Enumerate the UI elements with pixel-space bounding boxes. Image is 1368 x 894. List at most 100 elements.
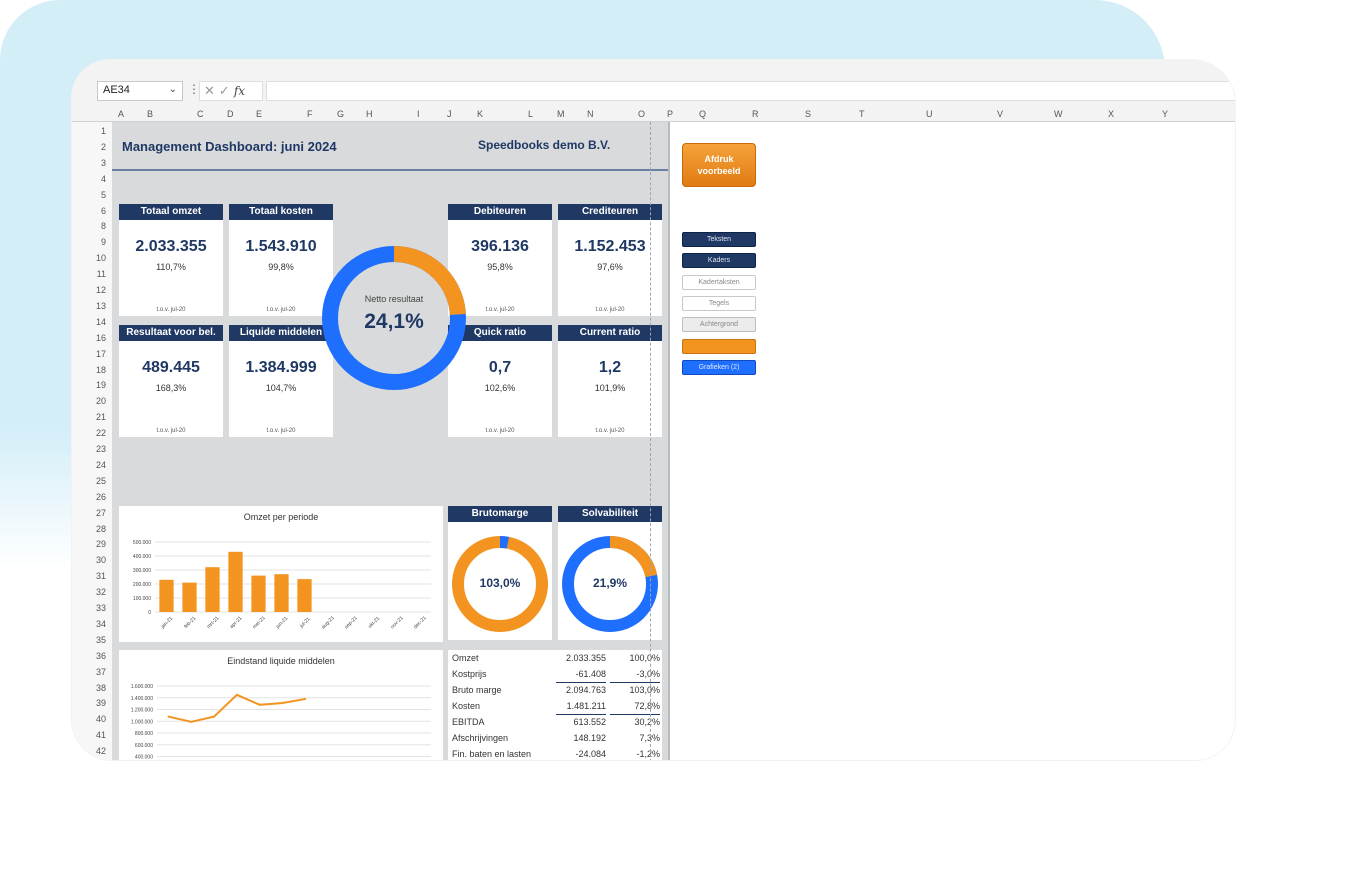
row-header[interactable]: 21 [96,412,106,422]
row-header[interactable]: 8 [101,221,106,231]
kaders-button[interactable]: Kaders [682,253,756,268]
omzet-chart-plot: 0 100.000 200.000 300.000 400.000 500.000 jan-… [133,540,431,631]
confirm-icon[interactable]: ✓ [219,83,234,98]
column-header[interactable]: O [638,109,645,119]
column-header[interactable]: W [1054,109,1063,119]
column-header[interactable]: T [859,109,865,119]
row-header[interactable]: 20 [96,396,106,406]
row-header[interactable]: 26 [96,492,106,502]
row-header[interactable]: 25 [96,476,106,486]
column-header[interactable]: R [752,109,759,119]
row-header[interactable]: 2 [101,142,106,152]
row-header[interactable]: 11 [97,269,106,279]
column-header[interactable]: M [557,109,565,119]
row-header[interactable]: 37 [96,667,106,677]
solvabiliteit-tile[interactable]: Solvabiliteit 21,9% [558,506,662,640]
row-header[interactable]: 19 [96,380,106,390]
row-header[interactable]: 23 [96,444,106,454]
row-headers: 1 2 3 4 5 6 8 9 10 11 12 13 14 16 17 18 19 20 21 22 23 24 25 26… [72,122,112,760]
achtergrond-button[interactable]: Achtergrond [682,317,756,332]
row-header[interactable]: 31 [96,571,106,581]
formula-input[interactable] [266,81,1235,101]
y-tick-label: 800.000 [135,731,153,737]
row-header[interactable]: 13 [96,301,106,311]
pl-row: Fin. baten en lasten -24.084 -1,2% [448,746,662,760]
pl-pct: 30,2% [634,717,660,727]
row-header[interactable]: 40 [96,714,106,724]
netto-resultaat-label: Netto resultaat [364,294,424,304]
column-header[interactable]: L [528,109,533,119]
column-header[interactable]: D [227,109,234,119]
row-header[interactable]: 38 [96,683,106,693]
row-header[interactable]: 5 [101,190,106,200]
column-header[interactable]: G [337,109,344,119]
kpi-tile-totaal-omzet[interactable]: Totaal omzet 2.033.355 110,7% t.o.v. jul… [119,204,223,316]
column-header[interactable]: N [587,109,594,119]
chevron-down-icon[interactable]: ⌄ [169,84,177,95]
orange-style-button[interactable] [682,339,756,354]
row-header[interactable]: 6 [101,206,106,216]
row-header[interactable]: 34 [96,619,106,629]
row-header[interactable]: 12 [96,285,106,295]
row-header[interactable]: 33 [96,603,106,613]
column-header[interactable]: Q [699,109,706,119]
print-preview-button[interactable]: Afdruk voorbeeld [682,143,756,187]
column-header[interactable]: B [147,109,153,119]
column-header[interactable]: X [1108,109,1114,119]
column-header[interactable]: V [997,109,1003,119]
grafieken-button[interactable]: Grafieken (2) [682,360,756,375]
row-header[interactable]: 41 [96,730,106,740]
column-header[interactable]: C [197,109,204,119]
row-header[interactable]: 22 [96,428,106,438]
name-box[interactable]: AE34 ⌄ [97,81,183,101]
bar [228,551,243,612]
kadertaksten-button[interactable]: Kadertaksten [682,275,756,290]
column-header[interactable]: S [805,109,811,119]
tegels-button[interactable]: Tegels [682,296,756,311]
row-header[interactable]: 17 [96,349,106,359]
row-header[interactable]: 39 [96,698,106,708]
row-header[interactable]: 3 [101,158,106,168]
kpi-footer: t.o.v. jul-20 [156,428,186,434]
row-header[interactable]: 14 [96,317,106,327]
column-header[interactable]: E [256,109,262,119]
column-header[interactable]: F [307,109,313,119]
column-header[interactable]: J [447,109,452,119]
row-header[interactable]: 18 [96,365,106,375]
row-header[interactable]: 30 [96,555,106,565]
kpi-tile-liquide-middelen[interactable]: Liquide middelen 1.384.999 104,7% t.o.v.… [229,325,333,437]
row-header[interactable]: 27 [96,508,106,518]
function-icon[interactable]: fx [234,84,245,98]
column-header[interactable]: I [417,109,420,119]
kpi-label: Liquide middelen [229,325,333,341]
x-tick-label: jun-21 [274,616,289,631]
kpi-tile-totaal-kosten[interactable]: Totaal kosten 1.543.910 99,8% t.o.v. jul… [229,204,333,316]
row-header[interactable]: 28 [96,524,106,534]
row-header[interactable]: 1 [101,126,106,136]
column-header[interactable]: A [118,109,124,119]
row-header[interactable]: 29 [96,539,106,549]
data-point [236,693,238,696]
kpi-pct: 110,7% [156,262,186,272]
brutomarge-tile[interactable]: Brutomarge 103,0% [448,506,552,640]
row-header[interactable]: 35 [96,635,106,645]
row-header[interactable]: 24 [96,460,106,470]
cancel-icon[interactable]: ✕ [204,83,219,98]
row-header[interactable]: 36 [96,651,106,661]
kpi-tile-crediteuren[interactable]: Crediteuren 1.152.453 97,6% t.o.v. jul-2… [558,204,662,316]
teksten-button[interactable]: Teksten [682,232,756,247]
pl-label: Kosten [452,701,481,711]
row-header[interactable]: 9 [101,237,106,247]
column-header[interactable]: H [366,109,373,119]
column-header[interactable]: Y [1162,109,1168,119]
kpi-tile-current-ratio[interactable]: Current ratio 1,2 101,9% t.o.v. jul-20 [558,325,662,437]
row-header[interactable]: 42 [96,746,106,756]
row-header[interactable]: 16 [96,333,106,343]
row-header[interactable]: 4 [101,174,106,184]
row-header[interactable]: 10 [96,253,106,263]
kpi-tile-resultaat[interactable]: Resultaat voor bel. 489.445 168,3% t.o.v… [119,325,223,437]
column-header[interactable]: K [477,109,483,119]
row-header[interactable]: 32 [96,587,106,597]
column-header[interactable]: P [667,109,673,119]
column-header[interactable]: U [926,109,933,119]
